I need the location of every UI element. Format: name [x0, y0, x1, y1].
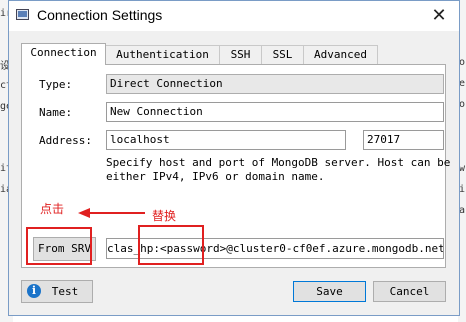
arrow-head: [78, 208, 90, 218]
tab-connection[interactable]: Connection: [21, 43, 106, 65]
